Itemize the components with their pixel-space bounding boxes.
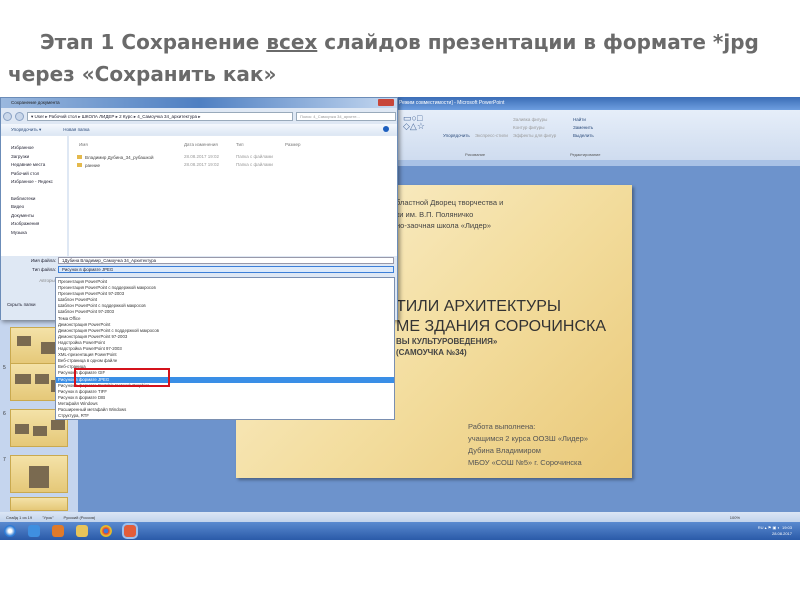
- slide-title: ТИЛИ АРХИТЕКТУРЫ МЕ ЗДАНИЯ СОРОЧИНСКА: [396, 298, 606, 335]
- help-icon[interactable]: [383, 126, 389, 132]
- nav-video[interactable]: Видео: [11, 203, 67, 212]
- status-bar: Слайд 1 из 19 "Урок" Русский (Россия) 10…: [0, 512, 800, 522]
- fill-button[interactable]: Заливка фигуры: [513, 116, 556, 124]
- slide-subtitle: ВЫ КУЛЬТУРОВЕДЕНИЯ» (САМОУЧКА №34): [396, 337, 498, 357]
- status-theme: "Урок": [42, 515, 54, 520]
- file-list[interactable]: Имя Дата изменения Тип Размер Владимир Д…: [69, 136, 397, 256]
- nav-music[interactable]: Музыка: [11, 229, 67, 238]
- slide-heading: Этап 1 Сохранение всех слайдов презентац…: [8, 30, 759, 86]
- column-date[interactable]: Дата изменения: [184, 142, 218, 147]
- group-editing-label: Редактирование: [570, 152, 601, 157]
- system-tray: RU ▴ ⚑ ▣ ◐ 19:03 28.08.2017: [757, 525, 792, 536]
- media-player-icon[interactable]: [52, 525, 64, 537]
- screenshot: Режим совместимости] - Microsoft PowerPo…: [0, 97, 800, 540]
- powerpoint-title: Режим совместимости] - Microsoft PowerPo…: [395, 97, 800, 110]
- folder-icon: [77, 155, 82, 159]
- find-button[interactable]: Найти: [573, 116, 594, 124]
- powerpoint-icon[interactable]: [122, 523, 138, 539]
- slide-organization: бластной Дворец творчества и ки им. В.П. …: [396, 198, 504, 230]
- slide-author: Работа выполнена: учащимся 2 курса ООЗШ «…: [468, 422, 589, 467]
- folder-icon: [77, 163, 82, 167]
- nav-recent[interactable]: Недавние места: [11, 161, 67, 170]
- search-input[interactable]: Поиск: 4_Самоучка 34_архите...: [296, 111, 396, 121]
- explorer-icon[interactable]: [76, 525, 88, 537]
- hide-folders-button[interactable]: Скрыть папки: [7, 302, 35, 307]
- ribbon-bottom: [395, 160, 800, 166]
- replace-button[interactable]: Заменить: [573, 124, 594, 132]
- select-button[interactable]: Выделить: [573, 132, 594, 140]
- nav-desktop[interactable]: Рабочий стол: [11, 170, 67, 179]
- start-button[interactable]: [4, 525, 16, 537]
- file-row[interactable]: Владимир Дубина_34_рубашкой 28.08.2017 19…: [77, 154, 273, 160]
- shapes-gallery[interactable]: ▭○□ ◇△☆: [403, 114, 425, 131]
- back-button[interactable]: [3, 111, 12, 121]
- filetype-select[interactable]: Рисунок в формате JPEG: [58, 266, 394, 273]
- forward-button[interactable]: [15, 111, 24, 121]
- filetype-label: Тип файла:: [32, 267, 56, 272]
- authors-label: Авторы:: [39, 278, 56, 283]
- status-slide: Слайд 1 из 19: [6, 515, 33, 520]
- filename-input[interactable]: 1Дубина Владимир_Самоучка 34_Архитектура: [58, 257, 394, 264]
- nav-documents[interactable]: Документы: [11, 212, 67, 221]
- close-button[interactable]: [378, 99, 394, 106]
- filename-label: Имя файла:: [30, 258, 56, 263]
- column-size[interactable]: Размер: [285, 142, 300, 147]
- zoom-level[interactable]: 100%: [730, 515, 740, 520]
- chrome-icon[interactable]: [100, 525, 112, 537]
- slide-thumbnail[interactable]: [10, 455, 68, 493]
- address-bar[interactable]: ▾ User ▸ Рабочий стол ▸ ШКОЛА ЛИДЕР ▸ 2 …: [27, 111, 293, 121]
- nav-images[interactable]: Изображения: [11, 220, 67, 229]
- new-folder-button[interactable]: Новая папка: [63, 127, 89, 132]
- ribbon: ▭○□ ◇△☆ Упорядочить Экспресс-стили Заливк…: [395, 110, 800, 160]
- arrange-button[interactable]: Упорядочить: [443, 132, 470, 140]
- dialog-title: Сохранение документа: [1, 98, 397, 108]
- effects-button[interactable]: Эффекты для фигур: [513, 132, 556, 140]
- thumb-number: 5: [3, 365, 6, 371]
- filetype-dropdown[interactable]: Презентация PowerPoint Презентация PowerP…: [55, 277, 395, 420]
- status-language: Русский (Россия): [63, 515, 96, 520]
- nav-favorites[interactable]: Избранное: [11, 144, 67, 153]
- slide-thumbnail[interactable]: [10, 497, 68, 511]
- nav-libraries[interactable]: Библиотеки: [11, 195, 67, 204]
- group-drawing-label: Рисование: [465, 152, 486, 157]
- thumb-number: 6: [3, 411, 6, 417]
- organize-button[interactable]: Упорядочить ▾: [11, 127, 41, 132]
- navigation-pane[interactable]: Избранное Загрузки Недавние места Рабочи…: [1, 136, 67, 256]
- filetype-option[interactable]: Структура, RTF: [56, 413, 394, 419]
- thumb-number: 7: [3, 457, 6, 463]
- taskbar: RU ▴ ⚑ ▣ ◐ 19:03 28.08.2017: [0, 522, 800, 540]
- ie-icon[interactable]: [28, 525, 40, 537]
- column-type[interactable]: Тип: [236, 142, 244, 147]
- nav-yandex[interactable]: Избранное - Яндекс: [11, 178, 67, 187]
- file-row[interactable]: ранние 28.08.2017 19:02 Папка с файлами: [77, 162, 273, 168]
- column-name[interactable]: Имя: [79, 142, 88, 147]
- outline-button[interactable]: Контур фигуры: [513, 124, 556, 132]
- nav-downloads[interactable]: Загрузки: [11, 153, 67, 162]
- quick-styles-button[interactable]: Экспресс-стили: [475, 132, 508, 140]
- highlight-box: [74, 368, 170, 387]
